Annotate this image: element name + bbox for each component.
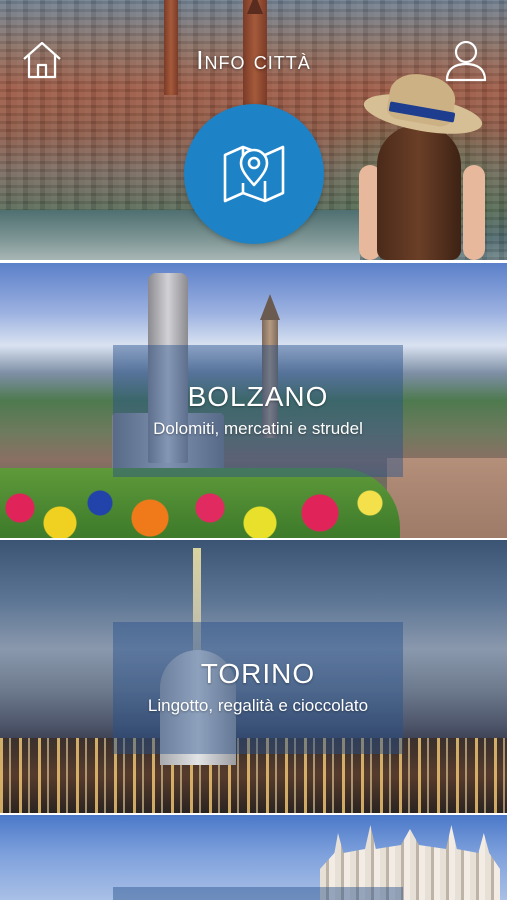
city-name: BOLZANO bbox=[187, 381, 329, 413]
user-icon bbox=[445, 40, 487, 82]
city-tagline: Lingotto, regalità e cioccolato bbox=[147, 696, 369, 716]
tourist-hair bbox=[377, 125, 461, 260]
bolzano-flowerbed bbox=[0, 468, 400, 538]
bolzano-square bbox=[387, 458, 507, 538]
profile-button[interactable] bbox=[444, 38, 488, 82]
hero-header: Info città bbox=[0, 0, 507, 260]
city-card-milano[interactable] bbox=[0, 815, 507, 900]
city-card-bolzano[interactable]: BOLZANO Dolomiti, mercatini e strudel bbox=[0, 263, 507, 538]
page-title: Info città bbox=[196, 45, 311, 75]
map-pin-icon bbox=[223, 145, 285, 203]
city-name: TORINO bbox=[200, 658, 316, 690]
city-tagline: Dolomiti, mercatini e strudel bbox=[153, 419, 363, 439]
hero-tourist-image bbox=[355, 69, 490, 260]
city-card-overlay bbox=[113, 887, 403, 900]
city-card-torino[interactable]: TORINO Lingotto, regalità e cioccolato bbox=[0, 540, 507, 813]
map-button[interactable] bbox=[184, 104, 324, 244]
city-card-overlay: BOLZANO Dolomiti, mercatini e strudel bbox=[113, 345, 403, 477]
tourist-arm-right bbox=[463, 165, 485, 260]
city-card-overlay: TORINO Lingotto, regalità e cioccolato bbox=[113, 622, 403, 754]
